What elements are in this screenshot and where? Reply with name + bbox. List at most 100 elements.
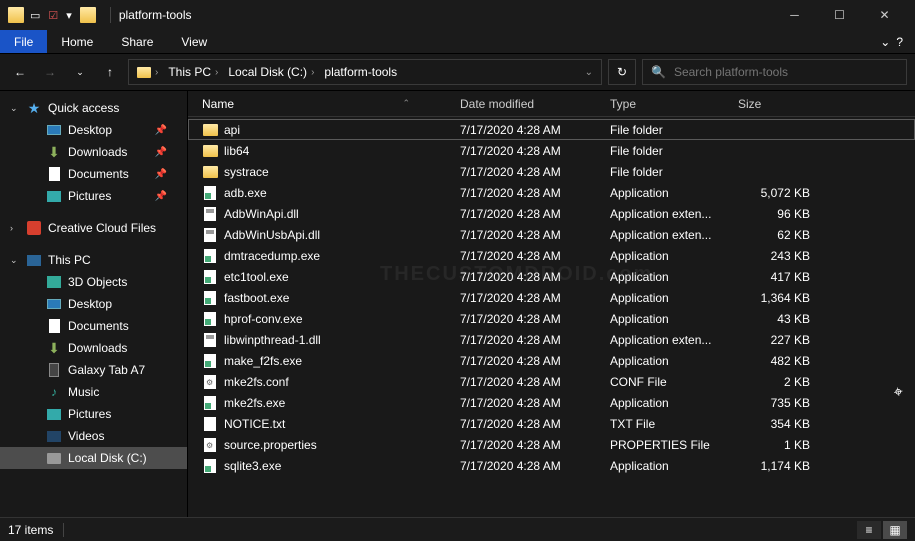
file-row[interactable]: hprof-conv.exe 7/17/2020 4:28 AMApplicati… bbox=[188, 308, 915, 329]
forward-button[interactable]: → bbox=[38, 60, 62, 84]
expand-icon[interactable]: › bbox=[10, 223, 20, 233]
sidebar[interactable]: ⌄★Quick accessDesktop📌⬇Downloads📌Documen… bbox=[0, 91, 188, 517]
file-type: Application bbox=[610, 312, 738, 326]
sidebar-item[interactable]: ›Creative Cloud Files bbox=[0, 217, 187, 239]
sidebar-item-label: Desktop bbox=[68, 297, 112, 311]
search-input[interactable] bbox=[674, 65, 898, 79]
tab-share[interactable]: Share bbox=[107, 30, 167, 53]
sidebar-item[interactable]: ♪Music bbox=[0, 381, 187, 403]
file-date: 7/17/2020 4:28 AM bbox=[460, 312, 610, 326]
qat-item[interactable]: ▭ bbox=[30, 9, 40, 22]
sidebar-item[interactable]: ⌄This PC bbox=[0, 249, 187, 271]
file-size: 5,072 KB bbox=[738, 186, 828, 200]
file-row[interactable]: AdbWinUsbApi.dll7/17/2020 4:28 AMApplica… bbox=[188, 224, 915, 245]
file-name: mke2fs.conf bbox=[224, 375, 289, 389]
file-type: Application bbox=[610, 186, 738, 200]
expand-icon[interactable]: ⌄ bbox=[10, 255, 20, 266]
maximize-button[interactable]: ☐ bbox=[817, 0, 862, 30]
sidebar-item[interactable]: Local Disk (C:) bbox=[0, 447, 187, 469]
close-button[interactable]: ✕ bbox=[862, 0, 907, 30]
recent-dropdown[interactable]: ⌄ bbox=[68, 60, 92, 84]
expand-icon[interactable]: ⌄ bbox=[10, 103, 20, 114]
file-row[interactable]: source.properties7/17/2020 4:28 AMPROPER… bbox=[188, 434, 915, 455]
minimize-button[interactable]: ─ bbox=[772, 0, 817, 30]
sidebar-item[interactable]: ⬇Downloads📌 bbox=[0, 141, 187, 163]
view-details-button[interactable]: ≡ bbox=[857, 521, 881, 539]
breadcrumb-root[interactable]: This PC bbox=[168, 65, 211, 79]
exe-icon bbox=[202, 311, 218, 327]
exe-icon bbox=[202, 185, 218, 201]
file-row[interactable]: make_f2fs.exe7/17/2020 4:28 AMApplicatio… bbox=[188, 350, 915, 371]
sidebar-item[interactable]: Pictures📌 bbox=[0, 185, 187, 207]
tab-view[interactable]: View bbox=[167, 30, 221, 53]
file-date: 7/17/2020 4:28 AM bbox=[460, 165, 610, 179]
file-list[interactable]: api7/17/2020 4:28 AMFile folderlib647/17… bbox=[188, 117, 915, 517]
file-row[interactable]: lib647/17/2020 4:28 AMFile folder bbox=[188, 140, 915, 161]
col-date[interactable]: Date modified bbox=[460, 97, 610, 111]
file-row[interactable]: etc1tool.exe7/17/2020 4:28 AMApplication… bbox=[188, 266, 915, 287]
file-row[interactable]: systrace7/17/2020 4:28 AMFile folder bbox=[188, 161, 915, 182]
file-row[interactable]: api7/17/2020 4:28 AMFile folder bbox=[188, 119, 915, 140]
up-button[interactable]: ↑ bbox=[98, 60, 122, 84]
sidebar-item[interactable]: 3D Objects bbox=[0, 271, 187, 293]
col-type[interactable]: Type bbox=[610, 97, 738, 111]
qat-item[interactable]: ▾ bbox=[66, 9, 72, 22]
sidebar-item[interactable]: ⬇Downloads bbox=[0, 337, 187, 359]
file-row[interactable]: dmtracedump.exe7/17/2020 4:28 AMApplicat… bbox=[188, 245, 915, 266]
chevron-down-icon[interactable]: ⌄ bbox=[585, 67, 593, 78]
titlebar: ▭ ☑ ▾ platform-tools ─ ☐ ✕ bbox=[0, 0, 915, 30]
search-icon: 🔍 bbox=[651, 65, 666, 79]
sort-indicator-icon: ⌃ bbox=[402, 98, 410, 109]
file-type: Application exten... bbox=[610, 207, 738, 221]
address-bar[interactable]: › This PC › Local Disk (C:) › platform-too… bbox=[128, 59, 602, 85]
qat-item[interactable]: ☑ bbox=[48, 9, 58, 22]
breadcrumb-folder[interactable]: platform-tools bbox=[324, 65, 397, 79]
refresh-button[interactable]: ↻ bbox=[608, 59, 636, 85]
file-row[interactable]: sqlite3.exe7/17/2020 4:28 AMApplication1… bbox=[188, 455, 915, 476]
statusbar: 17 items ≡ ▦ bbox=[0, 517, 915, 541]
sidebar-item[interactable]: ⌄★Quick access bbox=[0, 97, 187, 119]
tab-home[interactable]: Home bbox=[47, 30, 107, 53]
sidebar-item-label: Music bbox=[68, 385, 99, 399]
sidebar-item[interactable]: Documents bbox=[0, 315, 187, 337]
chevron-right-icon[interactable]: › bbox=[155, 67, 158, 78]
ribbon-toggle[interactable]: ⌄ ? bbox=[868, 30, 915, 53]
file-row[interactable]: fastboot.exe7/17/2020 4:28 AMApplication… bbox=[188, 287, 915, 308]
sidebar-item[interactable]: Desktop📌 bbox=[0, 119, 187, 141]
sidebar-item[interactable]: Documents📌 bbox=[0, 163, 187, 185]
view-icons-button[interactable]: ▦ bbox=[883, 521, 907, 539]
file-size: 482 KB bbox=[738, 354, 828, 368]
breadcrumb-drive[interactable]: Local Disk (C:) bbox=[228, 65, 307, 79]
file-type: File folder bbox=[610, 165, 738, 179]
search-box[interactable]: 🔍 bbox=[642, 59, 907, 85]
file-name: hprof-conv.exe bbox=[224, 312, 303, 326]
chevron-right-icon[interactable]: › bbox=[215, 67, 218, 78]
3d-icon bbox=[46, 274, 62, 290]
file-date: 7/17/2020 4:28 AM bbox=[460, 333, 610, 347]
sidebar-item[interactable]: Pictures bbox=[0, 403, 187, 425]
file-type: Application exten... bbox=[610, 228, 738, 242]
file-row[interactable]: mke2fs.conf7/17/2020 4:28 AMCONF File2 K… bbox=[188, 371, 915, 392]
col-size[interactable]: Size bbox=[738, 97, 828, 111]
col-name[interactable]: Name⌃ bbox=[202, 97, 460, 111]
file-row[interactable]: AdbWinApi.dll7/17/2020 4:28 AMApplicatio… bbox=[188, 203, 915, 224]
file-type: Application bbox=[610, 396, 738, 410]
file-date: 7/17/2020 4:28 AM bbox=[460, 459, 610, 473]
chevron-right-icon[interactable]: › bbox=[311, 67, 314, 78]
file-date: 7/17/2020 4:28 AM bbox=[460, 207, 610, 221]
file-row[interactable]: libwinpthread-1.dll7/17/2020 4:28 AMAppl… bbox=[188, 329, 915, 350]
status-items: 17 items bbox=[8, 523, 53, 537]
file-name: dmtracedump.exe bbox=[224, 249, 320, 263]
back-button[interactable]: ← bbox=[8, 60, 32, 84]
file-row[interactable]: adb.exe7/17/2020 4:28 AMApplication5,072… bbox=[188, 182, 915, 203]
desktop-icon bbox=[46, 296, 62, 312]
file-date: 7/17/2020 4:28 AM bbox=[460, 291, 610, 305]
file-name: NOTICE.txt bbox=[224, 417, 285, 431]
exe-icon bbox=[202, 290, 218, 306]
file-row[interactable]: NOTICE.txt7/17/2020 4:28 AMTXT File354 K… bbox=[188, 413, 915, 434]
sidebar-item[interactable]: Desktop bbox=[0, 293, 187, 315]
sidebar-item[interactable]: Galaxy Tab A7 bbox=[0, 359, 187, 381]
tab-file[interactable]: File bbox=[0, 30, 47, 53]
sidebar-item[interactable]: Videos bbox=[0, 425, 187, 447]
file-row[interactable]: mke2fs.exe7/17/2020 4:28 AMApplication73… bbox=[188, 392, 915, 413]
